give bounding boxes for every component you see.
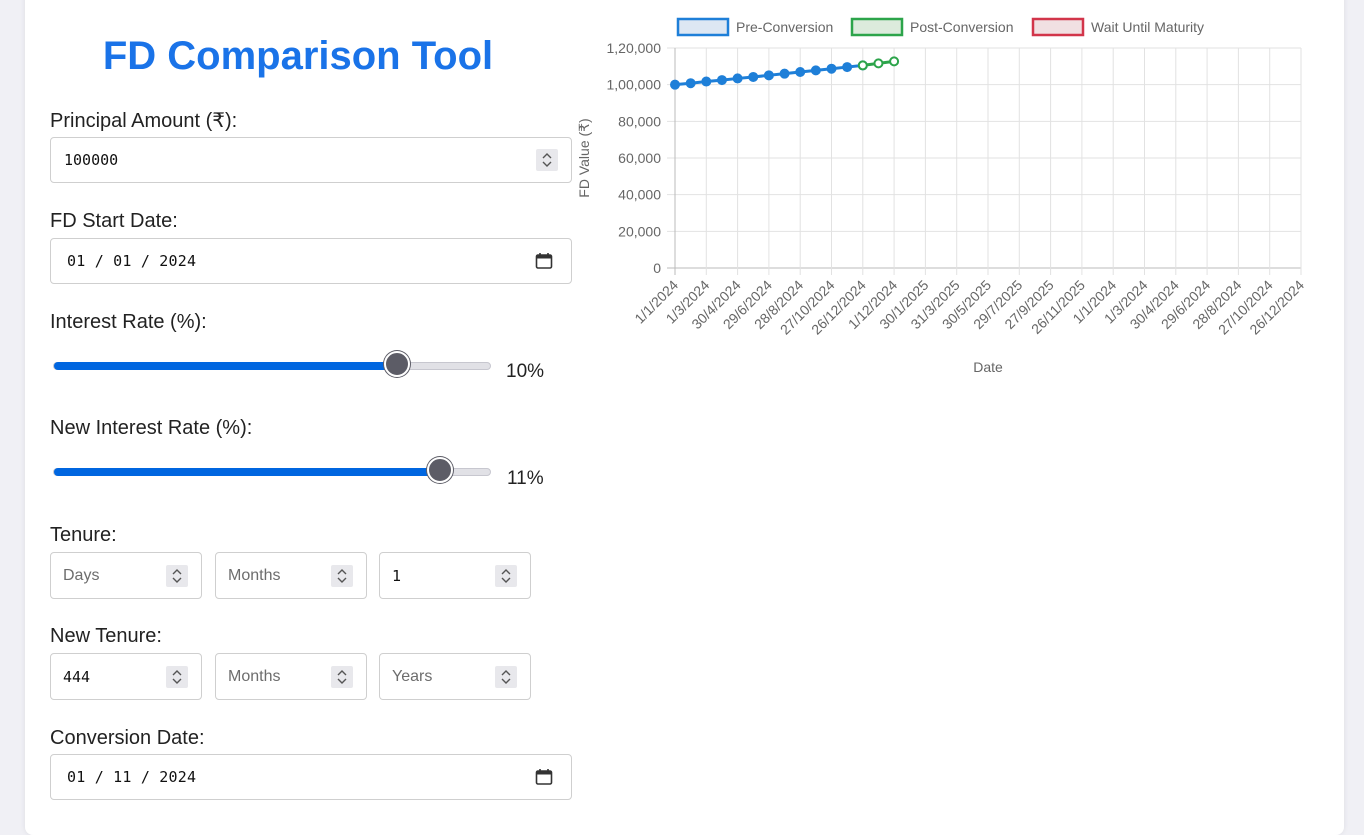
new-tenure-days-value: 444 [63, 668, 91, 686]
legend-swatch [850, 17, 904, 37]
conversion-date-input[interactable]: 01 / 11 / 2024 [50, 754, 572, 800]
legend-swatch [1031, 17, 1085, 37]
new-tenure-days-input[interactable]: 444 [50, 653, 202, 700]
interest-rate-value: 10% [506, 361, 545, 382]
tenure-months-input[interactable]: Months [215, 552, 367, 599]
tenure-days-spinner-icon[interactable] [166, 565, 188, 587]
y-tick-label: 40,000 [618, 187, 661, 203]
legend-label: Wait Until Maturity [1091, 19, 1204, 35]
data-point [795, 67, 806, 78]
data-point [826, 63, 837, 74]
new-tenure-months-spinner-icon[interactable] [331, 666, 353, 688]
principal-spinner-icon[interactable] [536, 149, 558, 171]
data-point [716, 75, 727, 86]
y-tick-label: 1,00,000 [607, 77, 662, 93]
data-point [685, 78, 696, 89]
data-point [857, 60, 868, 71]
data-point [748, 71, 759, 82]
start-date-input[interactable]: 01 / 01 / 2024 [50, 238, 572, 284]
tenure-days-placeholder: Days [63, 567, 100, 584]
new-tenure-months-placeholder: Months [228, 668, 281, 685]
legend-swatch [676, 17, 730, 37]
calendar-icon[interactable] [535, 252, 553, 270]
new-interest-rate-slider[interactable] [53, 457, 491, 483]
conversion-date-label: Conversion Date: [50, 727, 205, 749]
calendar-icon[interactable] [535, 768, 553, 786]
principal-label: Principal Amount (₹): [50, 110, 238, 132]
start-date-value: 01 / 01 / 2024 [67, 252, 197, 270]
x-axis-title: Date [973, 359, 1003, 375]
interest-rate-slider-thumb[interactable] [383, 351, 410, 377]
interest-rate-slider[interactable] [53, 351, 491, 377]
legend-label: Pre-Conversion [736, 19, 833, 35]
data-point [873, 58, 884, 69]
new-tenure-years-placeholder: Years [392, 668, 433, 685]
interest-rate-slider-fill [54, 362, 396, 370]
data-point [810, 65, 821, 76]
new-tenure-years-spinner-icon[interactable] [495, 666, 517, 688]
new-tenure-label: New Tenure: [50, 625, 162, 647]
y-axis-title: FD Value (₹) [576, 118, 592, 197]
page-title: FD Comparison Tool [102, 34, 494, 78]
data-point [889, 56, 900, 67]
new-tenure-months-input[interactable]: Months [215, 653, 367, 700]
start-date-label: FD Start Date: [50, 210, 178, 232]
new-interest-rate-value: 11% [507, 468, 544, 489]
tenure-label: Tenure: [50, 524, 117, 546]
tenure-years-value: 1 [392, 567, 402, 585]
tenure-years-input[interactable]: 1 [379, 552, 531, 599]
new-interest-rate-label: New Interest Rate (%): [50, 417, 253, 439]
new-tenure-days-spinner-icon[interactable] [166, 666, 188, 688]
data-point [842, 62, 853, 73]
interest-rate-label: Interest Rate (%): [50, 311, 207, 333]
fd-value-chart: 0 20,000 40,000 60,000 80,000 1,00,000 1,20,00… [576, 17, 1307, 375]
data-point [779, 68, 790, 79]
conversion-date-value: 01 / 11 / 2024 [67, 768, 197, 786]
data-point [732, 73, 743, 84]
principal-value: 100000 [64, 151, 119, 169]
y-tick-label: 0 [653, 260, 661, 276]
tenure-months-spinner-icon[interactable] [331, 565, 353, 587]
y-tick-label: 80,000 [618, 113, 661, 129]
tenure-years-spinner-icon[interactable] [495, 565, 517, 587]
tenure-months-placeholder: Months [228, 567, 281, 584]
new-interest-rate-slider-fill [54, 468, 440, 476]
new-tenure-years-input[interactable]: Years [379, 653, 531, 700]
legend-label: Post-Conversion [910, 19, 1014, 35]
y-tick-label: 60,000 [618, 150, 661, 166]
data-point [701, 76, 712, 87]
tenure-days-input[interactable]: Days [50, 552, 202, 599]
y-tick-label: 20,000 [618, 223, 661, 239]
data-point [763, 70, 774, 81]
y-tick-label: 1,20,000 [607, 40, 662, 56]
data-point [670, 79, 680, 90]
principal-input[interactable]: 100000 [50, 137, 572, 183]
